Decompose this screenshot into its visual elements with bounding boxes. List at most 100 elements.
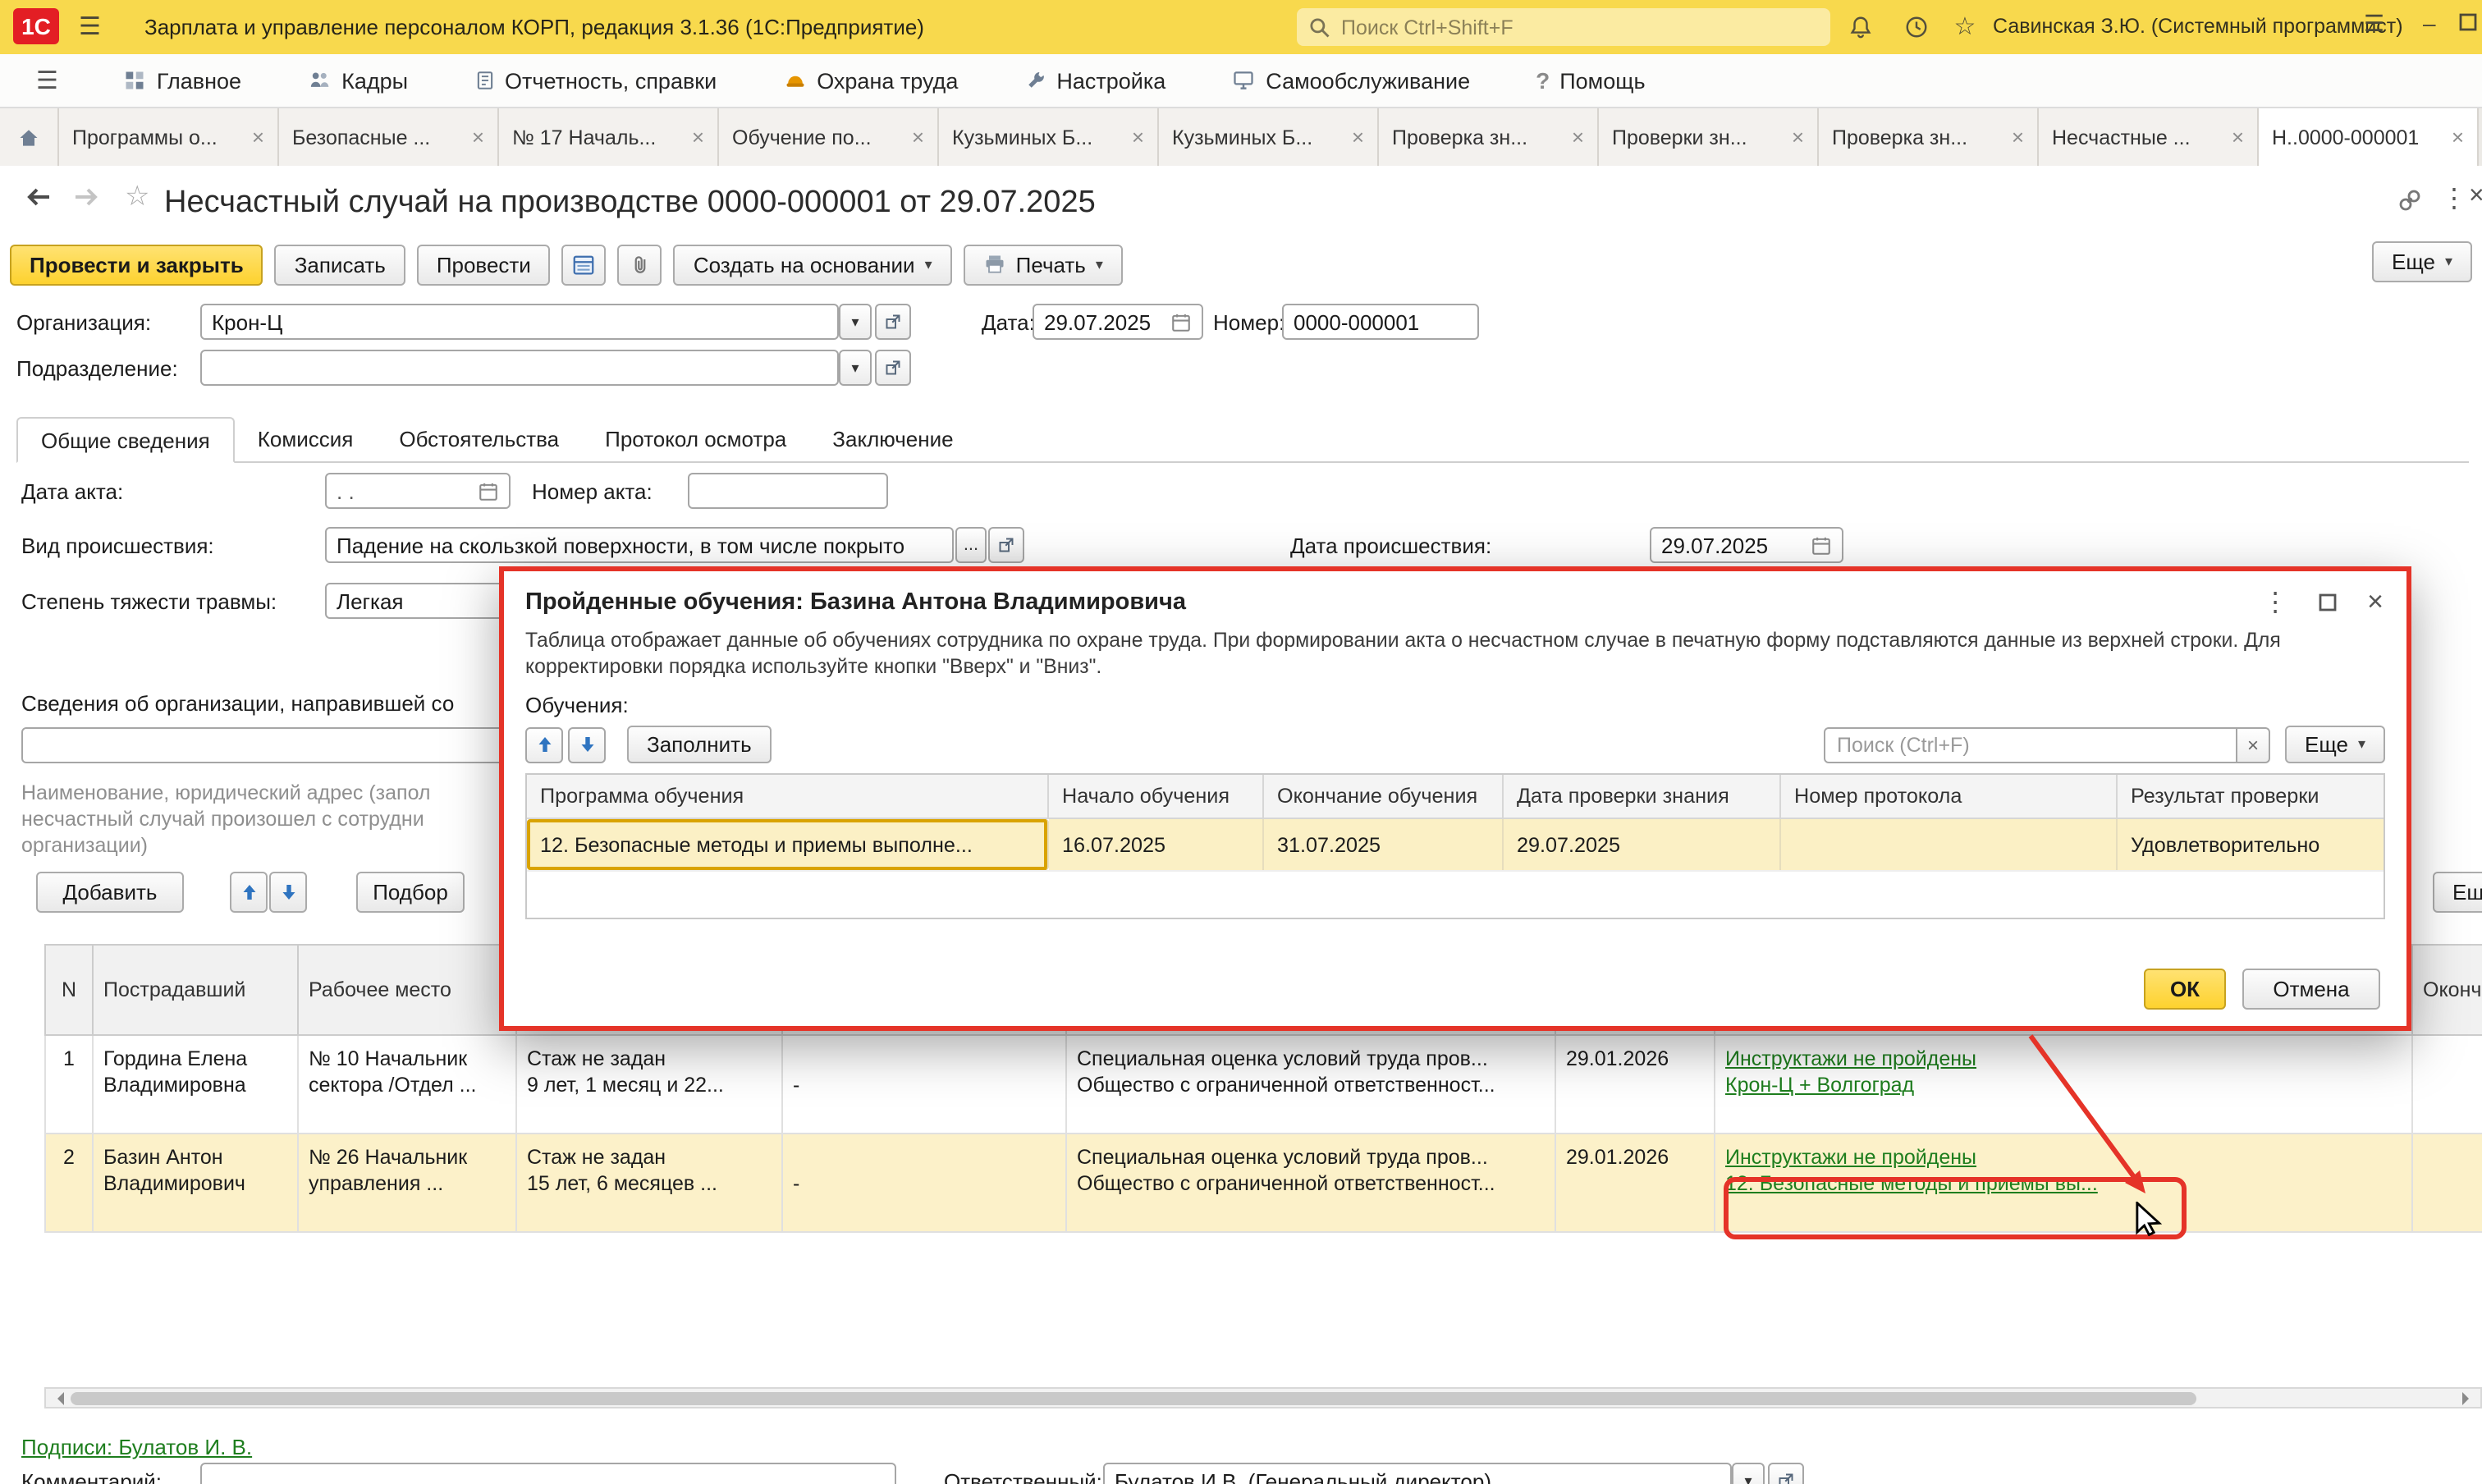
print-button[interactable]: Печать▾ xyxy=(964,244,1123,285)
fill-button[interactable]: Заполнить xyxy=(627,726,772,763)
tab-window-5[interactable]: Кузьминых Б...× xyxy=(939,108,1159,166)
col-header-n[interactable]: N xyxy=(44,944,94,1036)
col-header-protocol[interactable]: Номер протокола xyxy=(1781,775,2118,819)
tab-circumstances[interactable]: Обстоятельства xyxy=(376,415,582,461)
instructions-link[interactable]: Инструктажи не пройдены xyxy=(1725,1047,1976,1070)
more-button[interactable]: Еще▾ xyxy=(2372,241,2472,282)
tab-window-2[interactable]: Безопасные ...× xyxy=(279,108,499,166)
tab-window-7[interactable]: Проверка зн...× xyxy=(1379,108,1599,166)
create-based-on-button[interactable]: Создать на основании▾ xyxy=(674,244,952,285)
responsible-dropdown-button[interactable]: ▾ xyxy=(1732,1463,1765,1484)
scroll-left-icon[interactable] xyxy=(51,1391,64,1404)
history-clock-icon[interactable] xyxy=(1901,11,1930,41)
tab-window-3[interactable]: № 17 Началь...× xyxy=(499,108,719,166)
col-header-result[interactable]: Результат проверки xyxy=(2118,775,2384,819)
move-up-button[interactable] xyxy=(230,872,268,913)
ok-button[interactable]: ОК xyxy=(2144,969,2226,1010)
tab-general[interactable]: Общие сведения xyxy=(16,417,235,463)
menu-item-labor-safety[interactable]: Охрана труда xyxy=(782,68,958,93)
close-icon[interactable]: × xyxy=(2469,182,2482,212)
col-header-program[interactable]: Программа обучения xyxy=(527,775,1049,819)
calendar-icon[interactable] xyxy=(478,480,499,502)
tab-window-8[interactable]: Проверки зн...× xyxy=(1599,108,1819,166)
modal-more-button[interactable]: Еще▾ xyxy=(2285,726,2385,763)
add-row-button[interactable]: Добавить xyxy=(36,872,184,913)
incident-type-open-button[interactable] xyxy=(988,527,1024,563)
incident-date-field[interactable]: 29.07.2025 xyxy=(1650,527,1843,563)
minimize-icon[interactable]: – xyxy=(2423,10,2436,36)
act-date-field[interactable]: . . xyxy=(325,473,511,509)
responsible-combobox[interactable]: Булатов И.В. (Генеральный директор) xyxy=(1103,1463,1732,1484)
calendar-icon[interactable] xyxy=(1811,534,1832,556)
org-open-button[interactable] xyxy=(875,304,911,340)
incident-type-choose-button[interactable]: ... xyxy=(955,527,987,563)
menu-item-kadry[interactable]: Кадры xyxy=(307,68,408,93)
tab-window-1[interactable]: Программы о...× xyxy=(59,108,279,166)
tab-conclusion[interactable]: Заключение xyxy=(809,415,976,461)
close-icon[interactable]: × xyxy=(252,125,264,149)
cancel-button[interactable]: Отмена xyxy=(2242,969,2380,1010)
notifications-bell-icon[interactable] xyxy=(1845,11,1875,41)
department-combobox[interactable] xyxy=(200,350,839,386)
menu-item-help[interactable]: ? Помощь xyxy=(1536,67,1645,94)
close-icon[interactable]: × xyxy=(2012,125,2024,149)
post-button[interactable]: Провести xyxy=(417,244,551,285)
tab-window-6[interactable]: Кузьминых Б...× xyxy=(1159,108,1379,166)
move-up-button[interactable] xyxy=(525,726,563,763)
modal-maximize-icon[interactable] xyxy=(2318,593,2338,612)
modal-more-dots-icon[interactable]: ⋮ xyxy=(2262,586,2288,619)
menu-item-settings[interactable]: Настройка xyxy=(1023,68,1165,93)
scroll-right-icon[interactable] xyxy=(2462,1391,2475,1404)
signatures-link[interactable]: Подписи: Булатов И. В. xyxy=(21,1435,252,1459)
tab-commission[interactable]: Комиссия xyxy=(235,415,377,461)
training-link[interactable]: Крон-Ц + Волгоград xyxy=(1725,1073,1914,1096)
victim-row-2-selected[interactable]: 2 Базин АнтонВладимирович № 26 Начальник… xyxy=(44,1134,2482,1233)
col-header-workplace[interactable]: Рабочее место xyxy=(299,944,517,1036)
current-user[interactable]: Савинская З.Ю. (Системный программист) xyxy=(1993,15,2403,38)
search-clear-icon[interactable]: × xyxy=(2237,726,2270,763)
favorite-star-icon[interactable]: ☆ xyxy=(125,181,150,213)
training-link-highlighted[interactable]: 12. Безопасные методы и приемы вы... xyxy=(1725,1171,2098,1194)
table-more-button[interactable]: Еще▾ xyxy=(2433,872,2482,913)
act-number-field[interactable] xyxy=(688,473,888,509)
col-header-start[interactable]: Начало обучения xyxy=(1049,775,1264,819)
forward-icon[interactable] xyxy=(72,184,102,215)
register-records-button[interactable] xyxy=(562,244,607,285)
comment-field[interactable] xyxy=(200,1463,896,1484)
instructions-link[interactable]: Инструктажи не пройдены xyxy=(1725,1146,1976,1169)
close-icon[interactable]: × xyxy=(1792,125,1804,149)
move-down-button[interactable] xyxy=(269,872,307,913)
training-row-selected[interactable]: 12. Безопасные методы и приемы выполне..… xyxy=(527,819,2384,870)
responsible-open-button[interactable] xyxy=(1768,1463,1804,1484)
more-dots-icon[interactable]: ⋮ xyxy=(2441,182,2467,215)
modal-close-icon[interactable]: × xyxy=(2367,586,2384,619)
attachments-button[interactable] xyxy=(618,244,662,285)
tab-window-9[interactable]: Проверка зн...× xyxy=(1819,108,2039,166)
pick-button[interactable]: Подбор xyxy=(356,872,465,913)
menu-item-main[interactable]: Главное xyxy=(124,68,241,93)
col-header-end[interactable]: Окончани... xyxy=(2413,944,2482,1036)
org-combobox[interactable]: Крон-Ц xyxy=(200,304,839,340)
favorites-star-icon[interactable]: ☆ xyxy=(1950,11,1980,41)
close-icon[interactable]: × xyxy=(1132,125,1144,149)
number-field[interactable]: 0000-000001 xyxy=(1282,304,1479,340)
scrollbar-thumb[interactable] xyxy=(71,1391,2196,1404)
close-icon[interactable]: × xyxy=(1352,125,1364,149)
close-icon[interactable]: × xyxy=(2452,125,2464,149)
sections-burger-icon[interactable]: ☰ xyxy=(36,66,58,95)
col-header-end[interactable]: Окончание обучения xyxy=(1264,775,1504,819)
col-header-victim[interactable]: Пострадавший xyxy=(94,944,299,1036)
tab-home[interactable] xyxy=(0,108,59,166)
menu-item-reports[interactable]: Отчетность, справки xyxy=(474,68,717,93)
maximize-icon[interactable] xyxy=(2459,10,2477,36)
department-dropdown-button[interactable]: ▾ xyxy=(839,350,872,386)
close-icon[interactable]: × xyxy=(1572,125,1584,149)
modal-search-input[interactable]: Поиск (Ctrl+F) xyxy=(1824,726,2237,763)
close-icon[interactable]: × xyxy=(2232,125,2244,149)
write-button[interactable]: Записать xyxy=(275,244,405,285)
move-down-button[interactable] xyxy=(568,726,606,763)
post-and-close-button[interactable]: Провести и закрыть xyxy=(10,244,263,285)
back-icon[interactable] xyxy=(23,184,53,215)
horizontal-scrollbar[interactable] xyxy=(44,1387,2482,1408)
department-open-button[interactable] xyxy=(875,350,911,386)
